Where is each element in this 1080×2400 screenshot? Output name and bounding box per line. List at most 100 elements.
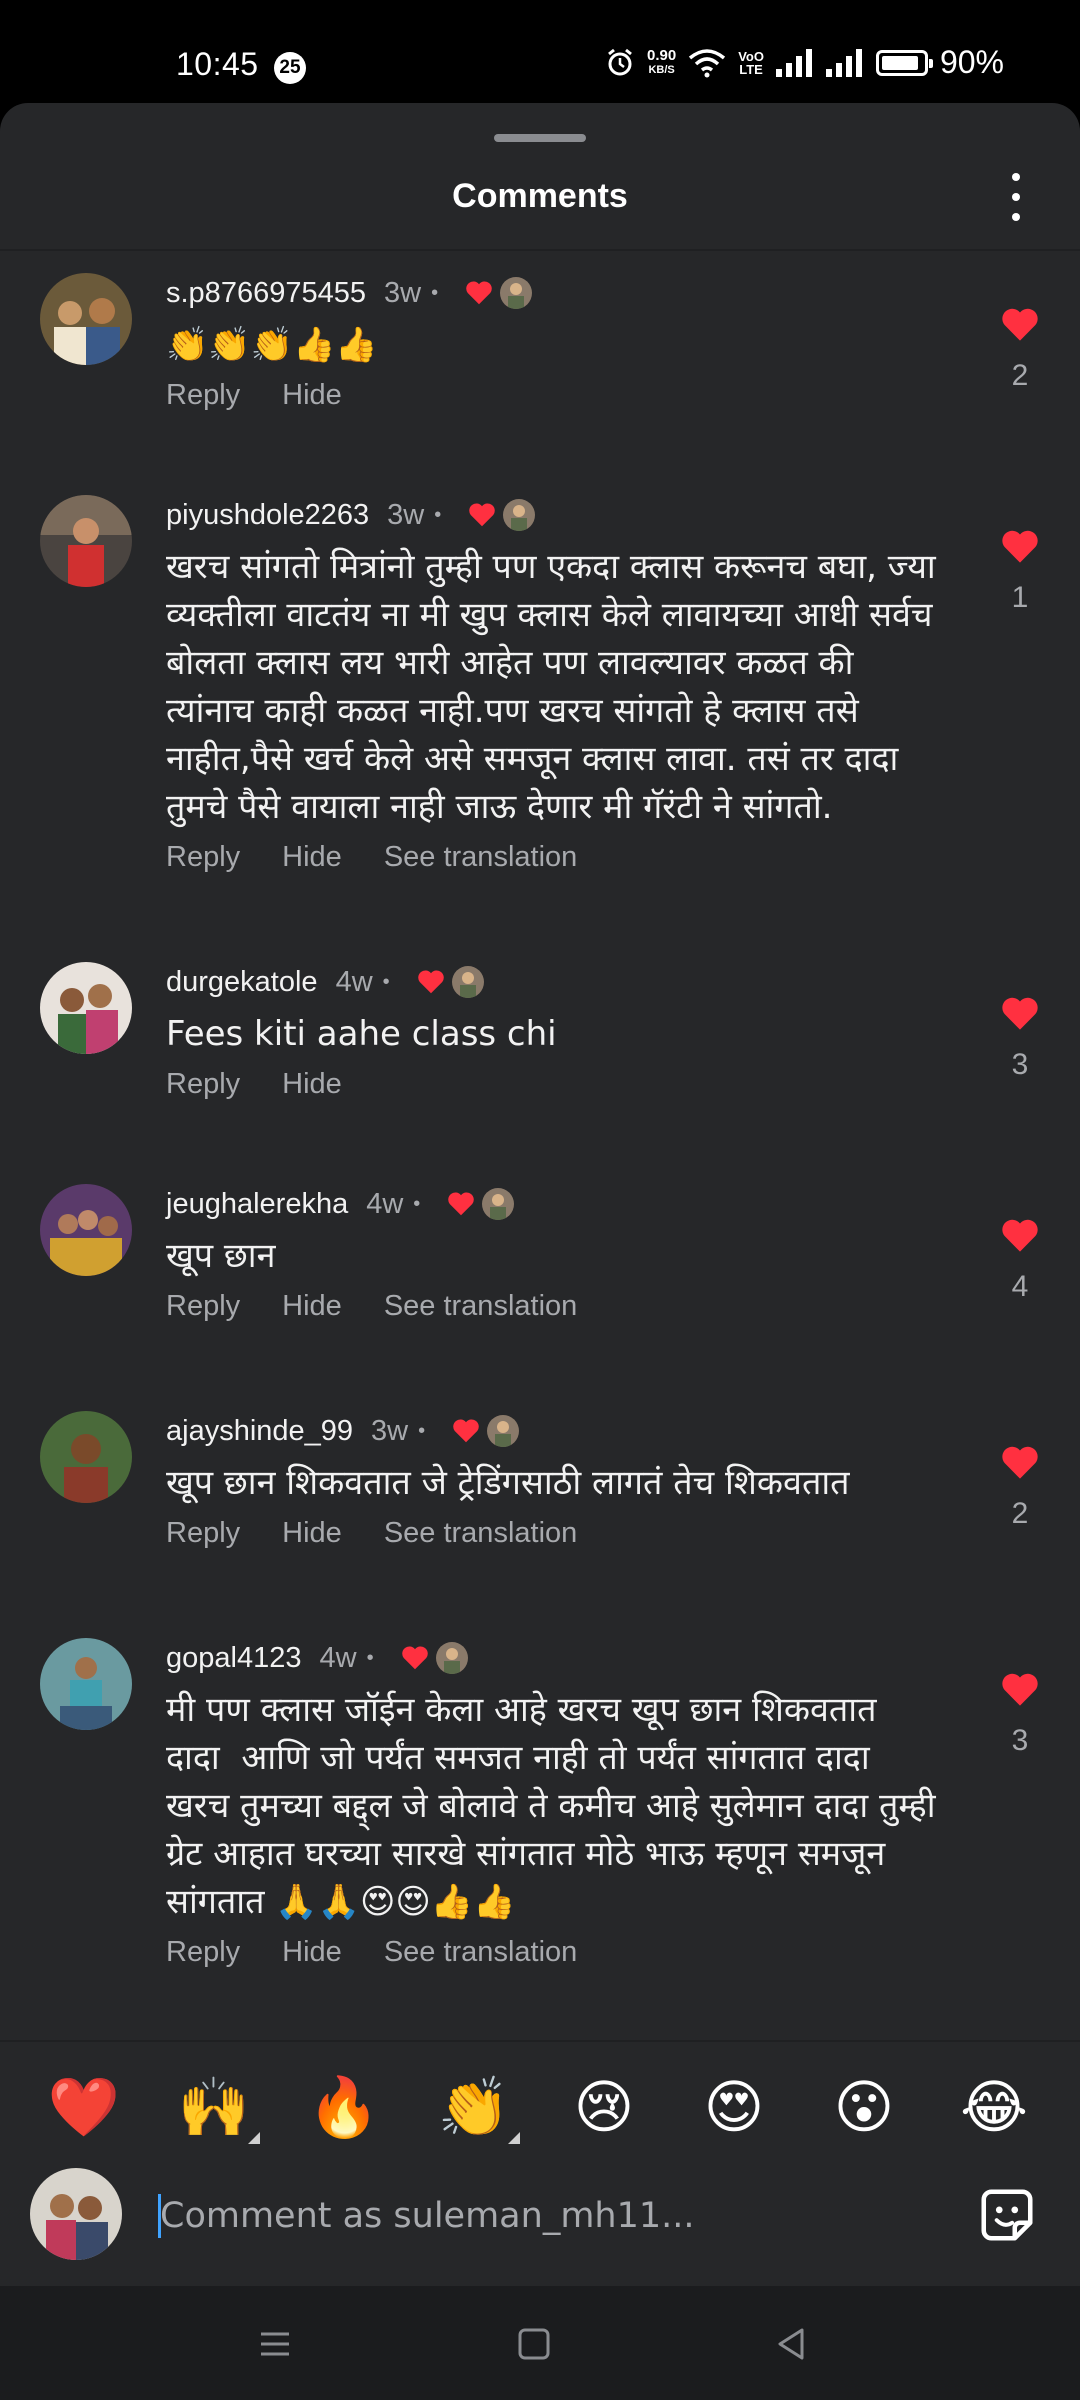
comment-text: खरच सांगतो मित्रांनो तुम्ही पण एकदा क्ला… [166,547,947,827]
comment-time: 3w [383,276,422,309]
creator-liked-heart-icon [417,970,444,994]
home-icon[interactable] [512,2322,556,2366]
creator-liked-heart-icon [448,1192,475,1216]
volte-indicator: VoO LTE [738,48,764,77]
comment-time: 4w [335,965,373,998]
divider [0,249,1080,251]
emoji-heart-eyes[interactable]: 😍 [694,2068,774,2148]
hide-button[interactable]: Hide [282,1068,342,1101]
comment-text: खूप छान [166,1236,276,1276]
creator-liked-heart-icon [401,1646,428,1670]
like-count: 2 [1011,359,1029,392]
reply-button[interactable]: Reply [166,1068,240,1101]
comments-sheet: Comments s.p8766975455 3w • 👏👏👏👍👍 Reply … [0,103,1080,2286]
see-translation-button[interactable]: See translation [384,1517,577,1550]
comment-time: 3w [387,498,425,531]
comment-text: 👏👏👏👍👍 [166,325,378,365]
like-count: 2 [1011,1497,1029,1530]
like-control[interactable]: 2 [992,303,1048,393]
back-icon[interactable] [770,2322,814,2366]
hide-button[interactable]: Hide [282,841,342,874]
comment-username[interactable]: piyushdole2263 [166,499,369,532]
quick-emoji-bar: ❤️ 🙌 🔥 👏 😢 😍 😮 😂 [0,2040,1080,2160]
creator-avatar-mini [482,1188,515,1220]
like-control[interactable]: 3 [992,1668,1048,1758]
comment-username[interactable]: ajayshinde_99 [166,1415,353,1448]
emoji-raising-hands[interactable]: 🙌 [174,2068,260,2148]
see-translation-button[interactable]: See translation [384,841,577,874]
like-control[interactable]: 1 [992,525,1048,615]
see-translation-button[interactable]: See translation [384,1936,577,1969]
hide-button[interactable]: Hide [282,1517,342,1550]
reply-button[interactable]: Reply [166,379,240,412]
emoji-crying-face[interactable]: 😢 [564,2068,644,2148]
hide-button[interactable]: Hide [282,379,342,412]
heart-icon[interactable] [998,1441,1042,1483]
avatar[interactable] [40,1184,132,1276]
like-control[interactable]: 4 [992,1214,1048,1304]
heart-icon[interactable] [998,525,1042,567]
comment-username[interactable]: jeughalerekha [166,1188,348,1221]
creator-liked-heart-icon [469,503,496,527]
alarm-icon [608,48,632,75]
like-control[interactable]: 3 [992,992,1048,1082]
signal-strength-icon-2 [825,48,862,77]
status-bar: 10:45 25 0.90 KB/S VoO LTE 90% [0,0,1080,100]
battery-icon [875,49,933,76]
creator-avatar-mini [500,277,533,309]
like-count: 3 [1011,1724,1029,1757]
like-count: 1 [1011,581,1029,614]
reply-button[interactable]: Reply [166,1290,240,1323]
like-count: 3 [1011,1048,1029,1081]
system-navigation-bar [0,2286,1080,2400]
heart-icon[interactable] [998,1214,1042,1256]
comment-text: खूप छान शिकवतात जे ट्रेडिंगसाठी लागतं ते… [166,1463,850,1503]
avatar[interactable] [40,962,132,1054]
creator-avatar-mini [435,1642,468,1674]
heart-icon[interactable] [998,992,1042,1034]
like-control[interactable]: 2 [992,1441,1048,1531]
comment-time: 4w [366,1187,404,1220]
comment-time: 4w [319,1641,357,1674]
creator-liked-heart-icon [453,1419,479,1443]
network-speed: 0.90 KB/S [646,46,677,76]
like-count: 4 [1011,1270,1029,1303]
avatar[interactable] [40,1411,132,1503]
status-time: 10:45 [176,46,259,82]
signal-strength-icon [775,48,812,77]
comment-time: 3w [371,1414,409,1447]
creator-avatar-mini [451,966,484,998]
comment-username[interactable]: durgekatole [166,966,318,999]
battery-percent: 90% [939,44,1004,80]
sheet-title: Comments [452,177,628,215]
comment-text: मी पण क्लास जॉईन केला आहे खरच खूप छान शि… [166,1690,947,1922]
emoji-fire[interactable]: 🔥 [304,2068,384,2148]
hide-button[interactable]: Hide [282,1290,342,1323]
reply-button[interactable]: Reply [166,1517,240,1550]
comment-text: Fees kiti aahe class chi [166,1014,557,1054]
creator-avatar-mini [487,1415,520,1447]
more-options-icon[interactable] [1004,173,1028,221]
drag-handle[interactable] [494,134,586,142]
avatar[interactable] [40,273,132,365]
heart-icon[interactable] [998,1668,1042,1710]
recent-apps-icon[interactable] [253,2322,297,2366]
comment-username[interactable]: s.p8766975455 [166,277,366,310]
wifi-icon [689,48,726,77]
sticker-icon[interactable] [976,2184,1038,2246]
emoji-surprised-face[interactable]: 😮 [824,2068,904,2148]
emoji-laughing-face[interactable]: 😂 [954,2068,1034,2148]
reply-button[interactable]: Reply [166,841,240,874]
creator-avatar-mini [503,499,536,531]
notification-count-badge: 25 [274,52,306,84]
avatar[interactable] [40,495,132,587]
reply-button[interactable]: Reply [166,1936,240,1969]
see-translation-button[interactable]: See translation [384,1290,577,1323]
emoji-heart[interactable]: ❤️ [44,2068,124,2148]
heart-icon[interactable] [998,303,1042,345]
comment-input[interactable] [160,2184,940,2248]
hide-button[interactable]: Hide [282,1936,342,1969]
avatar[interactable] [40,1638,132,1730]
comment-username[interactable]: gopal4123 [166,1642,301,1675]
emoji-clapping-hands[interactable]: 👏 [434,2068,520,2148]
